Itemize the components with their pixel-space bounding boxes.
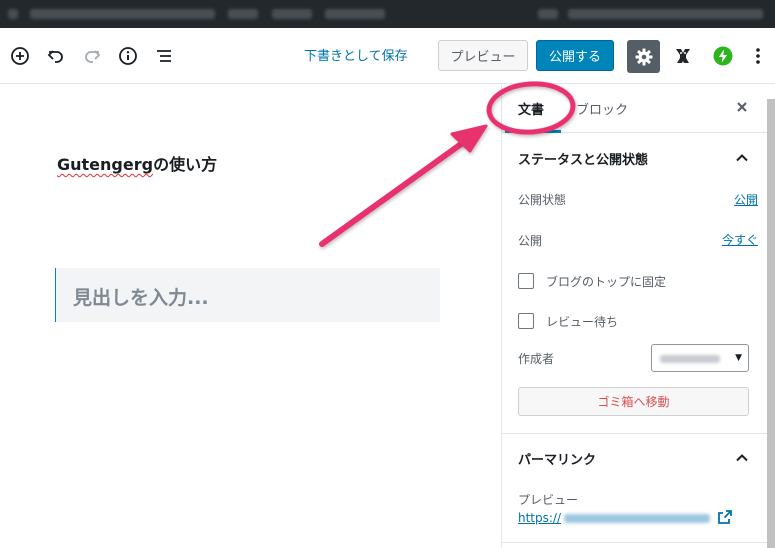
stick-to-top-label: ブログのトップに固定 bbox=[546, 274, 667, 289]
permalink-url[interactable]: https:// bbox=[518, 511, 561, 525]
heading-placeholder: 見出しを入力... bbox=[73, 287, 209, 309]
status-panel-title: ステータスと公開状態 bbox=[518, 153, 649, 168]
move-to-trash-button[interactable]: ゴミ箱へ移動 bbox=[518, 387, 749, 416]
checkbox[interactable] bbox=[518, 313, 534, 329]
save-draft-button[interactable]: 下書きとして保存 bbox=[304, 46, 408, 68]
checkbox[interactable] bbox=[518, 273, 534, 289]
active-tab-indicator bbox=[505, 130, 561, 133]
outline-icon[interactable] bbox=[152, 44, 176, 68]
pending-review-checkbox[interactable]: レビュー待ち bbox=[518, 312, 618, 330]
info-icon[interactable] bbox=[116, 44, 140, 68]
external-link-icon[interactable] bbox=[717, 509, 733, 525]
panel-divider bbox=[502, 542, 767, 543]
publish-date-link[interactable]: 今すぐ bbox=[722, 231, 758, 248]
admin-bar-item-redacted[interactable] bbox=[228, 9, 258, 19]
redo-icon[interactable] bbox=[80, 44, 104, 68]
sidebar-scrollbar[interactable] bbox=[767, 99, 775, 548]
yoast-icon[interactable] bbox=[671, 44, 695, 68]
admin-bar-account-redacted[interactable] bbox=[568, 9, 763, 19]
jetpack-icon[interactable] bbox=[711, 44, 735, 68]
permalink-panel-title: パーマリンク bbox=[518, 453, 597, 468]
author-select[interactable]: ▼ bbox=[651, 344, 749, 372]
chevron-up-icon bbox=[736, 154, 748, 162]
admin-bar bbox=[0, 0, 775, 28]
permalink-url-redacted[interactable] bbox=[564, 514, 710, 523]
status-panel-header[interactable]: ステータスと公開状態 bbox=[502, 134, 767, 182]
site-name-redacted[interactable] bbox=[30, 9, 215, 19]
admin-bar-item-redacted[interactable] bbox=[272, 9, 312, 19]
close-icon[interactable] bbox=[732, 97, 752, 117]
heading-block[interactable]: 見出しを入力... bbox=[55, 268, 440, 322]
post-title-misspelled-word: Gutengerg bbox=[57, 155, 154, 174]
visibility-label: 公開状態 bbox=[518, 193, 567, 207]
sidebar-tabs: 文書 ブロック bbox=[502, 85, 767, 133]
tab-document[interactable]: 文書 bbox=[518, 99, 544, 118]
tab-block[interactable]: ブロック bbox=[576, 99, 628, 118]
visibility-link[interactable]: 公開 bbox=[734, 191, 758, 208]
dropdown-arrow-icon: ▼ bbox=[735, 353, 742, 363]
chevron-up-icon bbox=[736, 454, 748, 462]
admin-bar-item-redacted[interactable] bbox=[538, 9, 558, 19]
editor-toolbar: 下書きとして保存 プレビュー 公開する bbox=[0, 28, 775, 84]
author-label: 作成者 bbox=[518, 352, 555, 366]
gear-icon bbox=[635, 48, 652, 65]
add-block-icon[interactable] bbox=[8, 44, 32, 68]
wp-logo-icon[interactable] bbox=[8, 9, 18, 19]
settings-button[interactable] bbox=[627, 40, 660, 73]
pending-review-label: レビュー待ち bbox=[546, 314, 619, 329]
author-value-redacted bbox=[660, 355, 720, 363]
more-menu-icon[interactable] bbox=[746, 44, 770, 68]
admin-bar-item-redacted[interactable] bbox=[325, 9, 385, 19]
permalink-panel-header[interactable]: パーマリンク bbox=[502, 434, 767, 482]
permalink-preview-label: プレビュー bbox=[518, 493, 579, 507]
publish-button[interactable]: 公開する bbox=[536, 40, 614, 71]
preview-button[interactable]: プレビュー bbox=[438, 40, 528, 71]
post-title[interactable]: Gutengergの使い方 bbox=[57, 151, 217, 175]
stick-to-top-checkbox[interactable]: ブログのトップに固定 bbox=[518, 272, 666, 290]
settings-sidebar: 文書 ブロック ステータスと公開状態 公開状態 公開 公開 今すぐ ブログのトッ… bbox=[501, 85, 775, 548]
undo-icon[interactable] bbox=[44, 44, 68, 68]
editor-canvas: Gutengergの使い方 見出しを入力... bbox=[0, 85, 500, 548]
publish-date-label: 公開 bbox=[518, 234, 543, 248]
post-title-rest: の使い方 bbox=[153, 155, 218, 174]
